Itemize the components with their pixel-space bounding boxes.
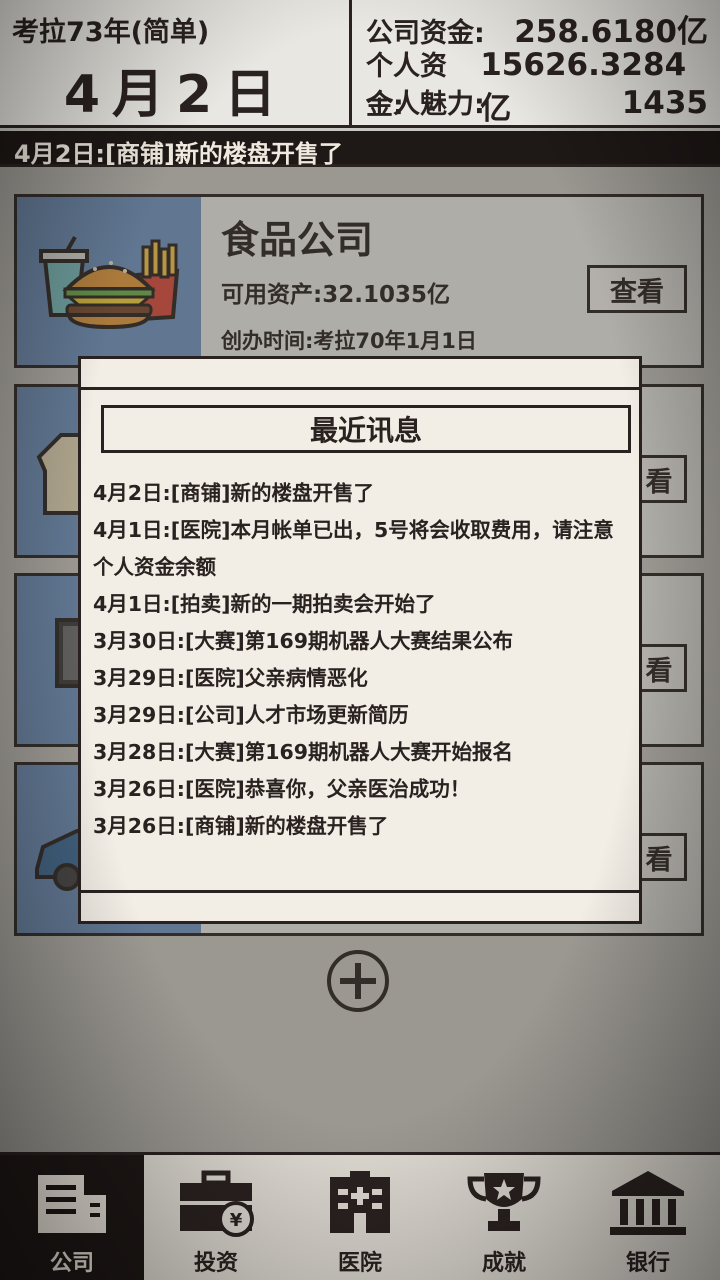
- news-list: 4月2日:[商铺]新的楼盘开售了 4月1日:[医院]本月帐单已出，5号将会收取费…: [93, 475, 633, 845]
- top-status-bar: 考拉73年(简单) 4月2日 公司资金: 258.6180亿 个人资金: 156…: [0, 0, 720, 128]
- nav-bank[interactable]: 银行: [576, 1155, 720, 1280]
- nav-label: 投资: [193, 1251, 238, 1276]
- news-item: 3月28日:[大赛]第169期机器人大赛开始报名: [93, 740, 514, 764]
- nav-label: 公司: [49, 1251, 94, 1276]
- news-item: 4月1日:[拍卖]新的一期拍卖会开始了: [93, 592, 436, 616]
- news-item: 3月26日:[医院]恭喜你，父亲医治成功！: [93, 777, 471, 801]
- dialog-title: 最近讯息: [101, 405, 631, 453]
- company-funds-value: 258.6180亿: [514, 14, 708, 50]
- nav-label: 成就: [481, 1251, 526, 1276]
- news-item: 4月2日:[商铺]新的楼盘开售了: [93, 481, 374, 505]
- news-item: 4月1日:[医院]本月帐单已出，5号将会收取费用，请注意个人资金余额: [93, 518, 614, 579]
- news-ticker[interactable]: 4月2日:[商铺]新的楼盘开售了: [0, 131, 720, 168]
- nav-company[interactable]: 公司: [0, 1155, 144, 1280]
- news-item: 3月29日:[医院]父亲病情恶化: [93, 666, 368, 690]
- hospital-icon: [330, 1171, 390, 1233]
- ticker-text: 4月2日:[商铺]新的楼盘开售了: [14, 140, 343, 168]
- company-funds-row: 公司资金: 258.6180亿: [366, 6, 708, 50]
- nav-hospital[interactable]: 医院: [288, 1155, 432, 1280]
- game-year-difficulty: 考拉73年(简单): [12, 17, 210, 48]
- bottom-nav: 公司 ¥ 投资 医院 成就 银行: [0, 1152, 720, 1280]
- charisma-label: 个人魅力:: [366, 89, 485, 120]
- news-item: 3月30日:[大赛]第169期机器人大赛结果公布: [93, 629, 514, 653]
- bank-icon: [610, 1171, 686, 1235]
- trophy-icon: [467, 1173, 541, 1231]
- funds-panel: 公司资金: 258.6180亿 个人资金: 15626.3284亿 个人魅力: …: [352, 0, 720, 127]
- personal-funds-row: 个人资金: 15626.3284亿: [366, 44, 708, 127]
- news-item: 3月26日:[商铺]新的楼盘开售了: [93, 814, 389, 838]
- date-panel: 考拉73年(简单) 4月2日: [0, 0, 352, 125]
- news-item: 3月29日:[公司]人才市场更新简历: [93, 703, 409, 727]
- dialog-bottom-divider: [81, 890, 639, 893]
- nav-label: 银行: [625, 1251, 670, 1276]
- charisma-value: 1435: [621, 85, 708, 121]
- company-building-icon: [38, 1175, 106, 1233]
- nav-invest[interactable]: ¥ 投资: [144, 1155, 288, 1280]
- svg-text:¥: ¥: [230, 1210, 243, 1231]
- game-date: 4月2日: [63, 65, 289, 125]
- nav-label: 医院: [337, 1251, 382, 1276]
- dialog-top-divider: [81, 387, 639, 390]
- recent-news-dialog[interactable]: 最近讯息 4月2日:[商铺]新的楼盘开售了 4月1日:[医院]本月帐单已出，5号…: [78, 356, 642, 924]
- briefcase-yen-icon: ¥: [180, 1170, 254, 1237]
- nav-achievements[interactable]: 成就: [432, 1155, 576, 1280]
